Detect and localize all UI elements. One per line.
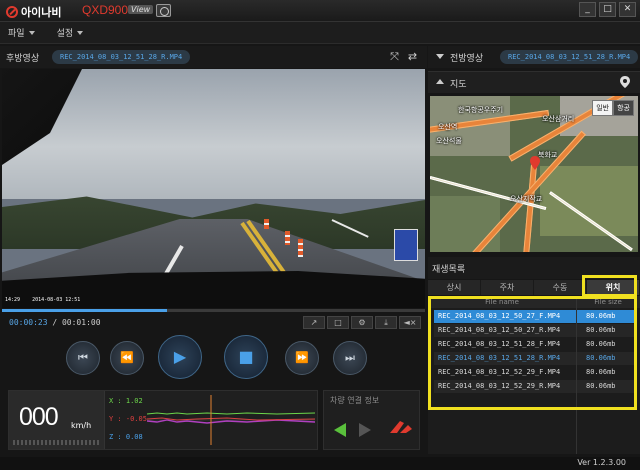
- map-label: 오산삼거리: [542, 115, 575, 123]
- current-time: 00:00:23: [9, 318, 48, 327]
- screen-mode-icon[interactable]: □: [327, 316, 349, 329]
- window-controls: _ □ ✕: [579, 2, 636, 17]
- seek-bar[interactable]: [2, 309, 425, 312]
- fast-forward-button[interactable]: ⏩: [285, 341, 319, 375]
- mute-icon[interactable]: ◄×: [399, 316, 421, 329]
- playback-time: 00:00:23 / 00:01:00: [9, 318, 101, 327]
- view-badge: View: [128, 5, 154, 14]
- video-tools: ↗ □ ⚙ ⤓ ◄×: [303, 316, 421, 329]
- brake-icon: [390, 421, 412, 433]
- video-osd: 14:29 2014-08-03 12:51: [5, 297, 80, 303]
- menu-settings[interactable]: 설정: [57, 26, 84, 39]
- save-icon[interactable]: ⤓: [375, 316, 397, 329]
- osd-date: 2014-08-03 12:51: [32, 297, 81, 303]
- map-title: 지도: [450, 80, 467, 90]
- play-button[interactable]: ▶: [158, 335, 202, 379]
- series-x-line: [147, 412, 315, 415]
- speed-display: 000 km/h: [9, 391, 105, 449]
- speed-unit: km/h: [71, 421, 92, 430]
- vehicle-link-title: 차량 연결 정보: [330, 396, 380, 405]
- tab-highlight: [582, 275, 637, 297]
- turn-right-arrow-icon: [359, 423, 371, 437]
- location-pin-icon[interactable]: [620, 76, 630, 88]
- traffic-cone: [298, 239, 303, 257]
- expand-icon: [436, 79, 444, 84]
- stop-button[interactable]: ■: [224, 335, 268, 379]
- next-file-button[interactable]: ⏭: [333, 341, 367, 375]
- map-normal-button[interactable]: 일반: [592, 100, 614, 116]
- title-bar: 아이나비 QXD900 View _ □ ✕: [0, 0, 640, 22]
- speed-gauge: [13, 440, 101, 445]
- camera-icon[interactable]: [156, 4, 171, 17]
- map-label: 오산역: [438, 123, 458, 131]
- fullscreen-icon[interactable]: ⤧: [388, 50, 401, 63]
- version-label: Ver 1.2.3.00: [577, 458, 626, 467]
- map-type-toggle: 일반 항공: [592, 100, 634, 116]
- time-separator: /: [47, 318, 62, 327]
- front-video-header[interactable]: 전방영상 REC_2014_08_03_12_51_28_R.MP4: [428, 46, 640, 68]
- menu-settings-label: 설정: [56, 29, 74, 39]
- time-bar: 00:00:23 / 00:01:00 ↗ □ ⚙ ⤓ ◄×: [0, 313, 427, 331]
- collapse-icon: [436, 54, 444, 59]
- tab-parking[interactable]: 주차: [481, 280, 534, 295]
- speed-value: 000: [19, 403, 59, 431]
- close-button[interactable]: ✕: [619, 2, 636, 17]
- app-logo: 아이나비: [6, 4, 61, 20]
- rear-file-name: REC_2014_08_03_12_51_28_R.MP4: [52, 50, 191, 64]
- map-label: 오산지작교: [510, 195, 543, 203]
- seek-bar-fill: [2, 309, 167, 312]
- sensor-panel: 000 km/h X : 1.02 Y : -0.05 Z : 0.08: [8, 390, 318, 450]
- model-name: QXD900: [82, 3, 129, 17]
- g-sensor-y: Y : -0.05: [109, 415, 147, 423]
- playlist-title: 재생목록: [432, 265, 466, 275]
- map-satellite-button[interactable]: 항공: [613, 100, 634, 116]
- satellite-map[interactable]: 한국항공우주기 오산삼거리 오산역 북화교 오산지작교 오산석물 일반 항공: [430, 96, 638, 252]
- road-sign: [394, 229, 418, 261]
- traffic-cone: [264, 219, 269, 229]
- menu-bar: 파일 설정: [0, 22, 640, 44]
- maximize-button[interactable]: □: [599, 2, 616, 17]
- vehicle-link-panel: 차량 연결 정보: [323, 390, 420, 450]
- traffic-cone: [285, 231, 290, 245]
- export-icon[interactable]: ↗: [303, 316, 325, 329]
- tab-manual[interactable]: 수동: [534, 280, 587, 295]
- playback-controls: ⏮ ⏪ ▶ ■ ⏩ ⏭: [0, 333, 427, 383]
- tab-normal[interactable]: 상시: [428, 280, 481, 295]
- map-label: 북화교: [538, 151, 558, 159]
- total-time: 00:01:00: [61, 318, 101, 327]
- status-bar: Ver 1.2.3.00: [0, 457, 640, 470]
- brand-name: 아이나비: [21, 6, 62, 19]
- map-header[interactable]: 지도: [428, 71, 640, 93]
- g-sensor-graph: [147, 395, 315, 445]
- swap-icon[interactable]: ⇄: [406, 50, 419, 63]
- menu-file[interactable]: 파일: [8, 26, 35, 39]
- map-label: 오산석물: [436, 137, 462, 145]
- video-frame[interactable]: 14:29 2014-08-03 12:51: [2, 69, 425, 308]
- menu-file-label: 파일: [8, 29, 25, 39]
- rear-video-header: 후방영상 REC_2014_08_03_12_51_28_R.MP4 ⤧ ⇄: [0, 46, 427, 68]
- map-field: [430, 196, 500, 252]
- map-field: [540, 166, 638, 236]
- front-video-label: 전방영상: [450, 54, 484, 64]
- g-sensor-z: Z : 0.08: [109, 433, 143, 441]
- g-sensor-x: X : 1.02: [109, 397, 143, 405]
- rear-video-label: 후방영상: [6, 54, 40, 64]
- settings-icon[interactable]: ⚙: [351, 316, 373, 329]
- minimize-button[interactable]: _: [579, 2, 596, 17]
- chevron-down-icon: [77, 30, 84, 35]
- map-label: 한국항공우주기: [458, 106, 504, 114]
- map-route: [521, 164, 537, 252]
- osd-time: 14:29: [5, 297, 21, 303]
- brand-logo-icon: [6, 6, 18, 18]
- file-list-highlight: [428, 296, 637, 410]
- front-file-name: REC_2014_08_03_12_51_28_R.MP4: [500, 50, 639, 64]
- turn-left-arrow-icon: [334, 423, 346, 437]
- previous-file-button[interactable]: ⏮: [66, 341, 100, 375]
- chevron-down-icon: [28, 30, 35, 35]
- rewind-button[interactable]: ⏪: [110, 341, 144, 375]
